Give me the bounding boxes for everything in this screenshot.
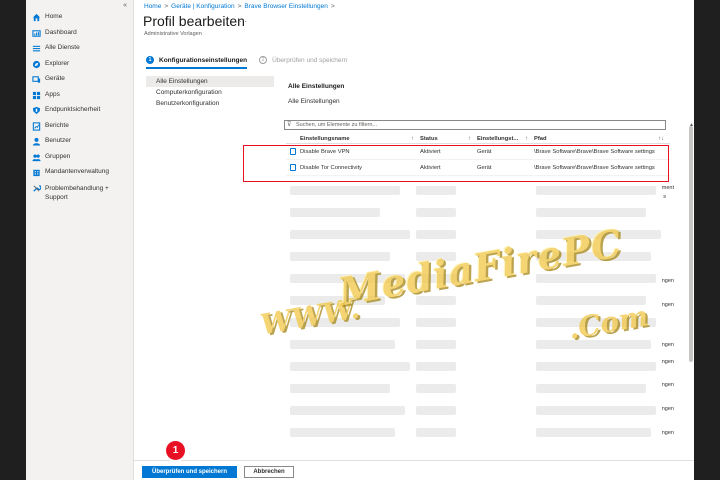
truncated-text: s <box>663 194 666 200</box>
truncated-text: ngen <box>661 430 674 436</box>
sidebar-item-home[interactable]: Home <box>32 13 129 29</box>
highlight-box <box>243 145 669 182</box>
sidebar-item-label: Berichte <box>45 121 69 129</box>
column-header-type[interactable]: Einstellungst... ↑ <box>477 136 534 142</box>
truncated-text: ngen <box>661 406 674 412</box>
sidebar-item-label: Mandantenverwaltung <box>45 168 109 175</box>
sidebar-item-label: Gruppen <box>45 152 71 160</box>
sidebar-item-dashboard[interactable]: Dashboard <box>32 29 129 45</box>
sidebar-item-label: Benutzer <box>45 137 72 144</box>
truncated-text: ngen <box>661 278 674 284</box>
devices-icon <box>32 75 41 84</box>
sidebar-item-tenant-admin[interactable]: Mandantenverwaltung <box>32 168 129 184</box>
tree-item-computer-config[interactable]: Computerkonfiguration <box>146 87 274 98</box>
column-header-name[interactable]: Einstellungsname ↑ <box>300 136 420 142</box>
breadcrumb-separator: > <box>330 3 335 10</box>
sidebar-item-label: Alle Dienste <box>45 44 80 51</box>
breadcrumb-profile[interactable]: Brave Browser Einstellungen <box>244 3 327 10</box>
settings-tree: Alle Einstellungen Computerkonfiguration… <box>146 76 274 109</box>
sort-icon[interactable]: ↑↓ <box>658 136 664 142</box>
sidebar-item-groups[interactable]: Gruppen <box>32 153 129 169</box>
panel-subheading: Alle Einstellungen <box>288 98 340 105</box>
sidebar-item-troubleshooting[interactable]: Problembehandlung + Support <box>32 184 129 210</box>
review-save-button[interactable]: Überprüfen und speichern <box>142 466 237 478</box>
breadcrumb-devices-config[interactable]: Geräte | Konfiguration <box>171 3 234 10</box>
filter-icon: ⊽ <box>287 122 292 128</box>
more-options-icon[interactable]: ··· <box>239 17 247 26</box>
sidebar-item-devices[interactable]: Geräte <box>32 75 129 91</box>
truncated-text: ngen <box>661 359 674 365</box>
search-placeholder: Suchen, um Elemente zu filtern... <box>296 122 378 128</box>
sidebar-item-label: Home <box>45 13 63 20</box>
step-label: Überprüfen und speichern <box>272 56 348 64</box>
step-number-1: 1 <box>146 56 154 64</box>
reports-icon <box>32 121 41 131</box>
sidebar: « Home Dashboard Alle Dienste Explorer G… <box>26 0 134 480</box>
sidebar-item-apps[interactable]: Apps <box>32 91 129 107</box>
breadcrumb-home[interactable]: Home <box>144 3 161 10</box>
panel-heading: Alle Einstellungen <box>288 83 345 90</box>
collapse-sidebar-icon[interactable]: « <box>123 2 127 9</box>
column-header-path[interactable]: Pfad ↑↓ <box>534 136 670 142</box>
shield-icon <box>32 106 41 115</box>
dashboard-icon <box>32 29 41 38</box>
search-input[interactable]: ⊽ Suchen, um Elemente zu filtern... <box>284 120 666 130</box>
sidebar-item-all-services[interactable]: Alle Dienste <box>32 44 129 60</box>
groups-icon <box>32 153 41 162</box>
breadcrumb-separator: > <box>237 3 242 10</box>
step-number-2: 2 <box>259 56 268 64</box>
breadcrumb-separator: > <box>164 3 169 10</box>
page-title: Profil bearbeiten <box>143 13 245 29</box>
sidebar-item-label: Dashboard <box>45 28 77 36</box>
truncated-text: ngen <box>661 302 674 308</box>
table-header: Einstellungsname ↑ Status ↑ Einstellungst.… <box>286 134 670 144</box>
home-icon <box>32 13 41 22</box>
truncated-text: ngen <box>661 382 674 388</box>
breadcrumb: Home > Geräte | Konfiguration > Brave Browse… <box>144 3 338 10</box>
tree-item-user-config[interactable]: Benutzerkonfiguration <box>146 98 274 109</box>
tenant-icon <box>32 168 41 177</box>
tab-review-save[interactable]: 2 Überprüfen und speichern <box>259 56 347 69</box>
sidebar-item-label: Geräte <box>45 75 65 82</box>
cancel-button[interactable]: Abbrechen <box>244 466 294 478</box>
sort-icon[interactable]: ↑ <box>525 136 528 142</box>
step-callout-badge: 1 <box>166 441 185 460</box>
list-icon <box>32 44 41 53</box>
tree-item-all-settings[interactable]: Alle Einstellungen <box>146 76 274 87</box>
sidebar-item-label: Explorer <box>45 59 70 67</box>
sidebar-item-reports[interactable]: Berichte <box>32 122 129 138</box>
footer-bar: Überprüfen und speichern Abbrechen <box>134 460 694 480</box>
tab-configuration-settings[interactable]: 1 Konfigurationseinstellungen <box>146 56 248 69</box>
sidebar-item-endpoint-security[interactable]: Endpunktsicherheit <box>32 106 129 122</box>
explorer-icon <box>32 60 41 69</box>
sort-icon[interactable]: ↑ <box>468 136 471 142</box>
user-icon <box>32 137 41 146</box>
page-subtitle: Administrative Vorlagen <box>144 31 202 37</box>
sidebar-item-explorer[interactable]: Explorer <box>32 60 129 76</box>
step-label: Konfigurationseinstellungen <box>159 56 248 64</box>
sidebar-nav: Home Dashboard Alle Dienste Explorer Ger… <box>32 13 129 210</box>
scrollbar[interactable] <box>689 126 693 362</box>
wrench-icon <box>32 184 41 193</box>
truncated-text: ngen <box>661 342 674 348</box>
sidebar-item-label: Endpunktsicherheit <box>45 106 101 113</box>
truncated-text: ment <box>661 185 674 191</box>
sidebar-item-label: Apps <box>45 90 60 98</box>
sidebar-item-users[interactable]: Benutzer <box>32 137 129 153</box>
sidebar-item-label: Problembehandlung + Support <box>45 184 109 201</box>
wizard-steps: 1 Konfigurationseinstellungen 2 Überprüf… <box>146 56 359 69</box>
apps-icon <box>32 91 41 100</box>
column-header-status[interactable]: Status ↑ <box>420 136 477 142</box>
sort-icon[interactable]: ↑ <box>411 136 414 142</box>
